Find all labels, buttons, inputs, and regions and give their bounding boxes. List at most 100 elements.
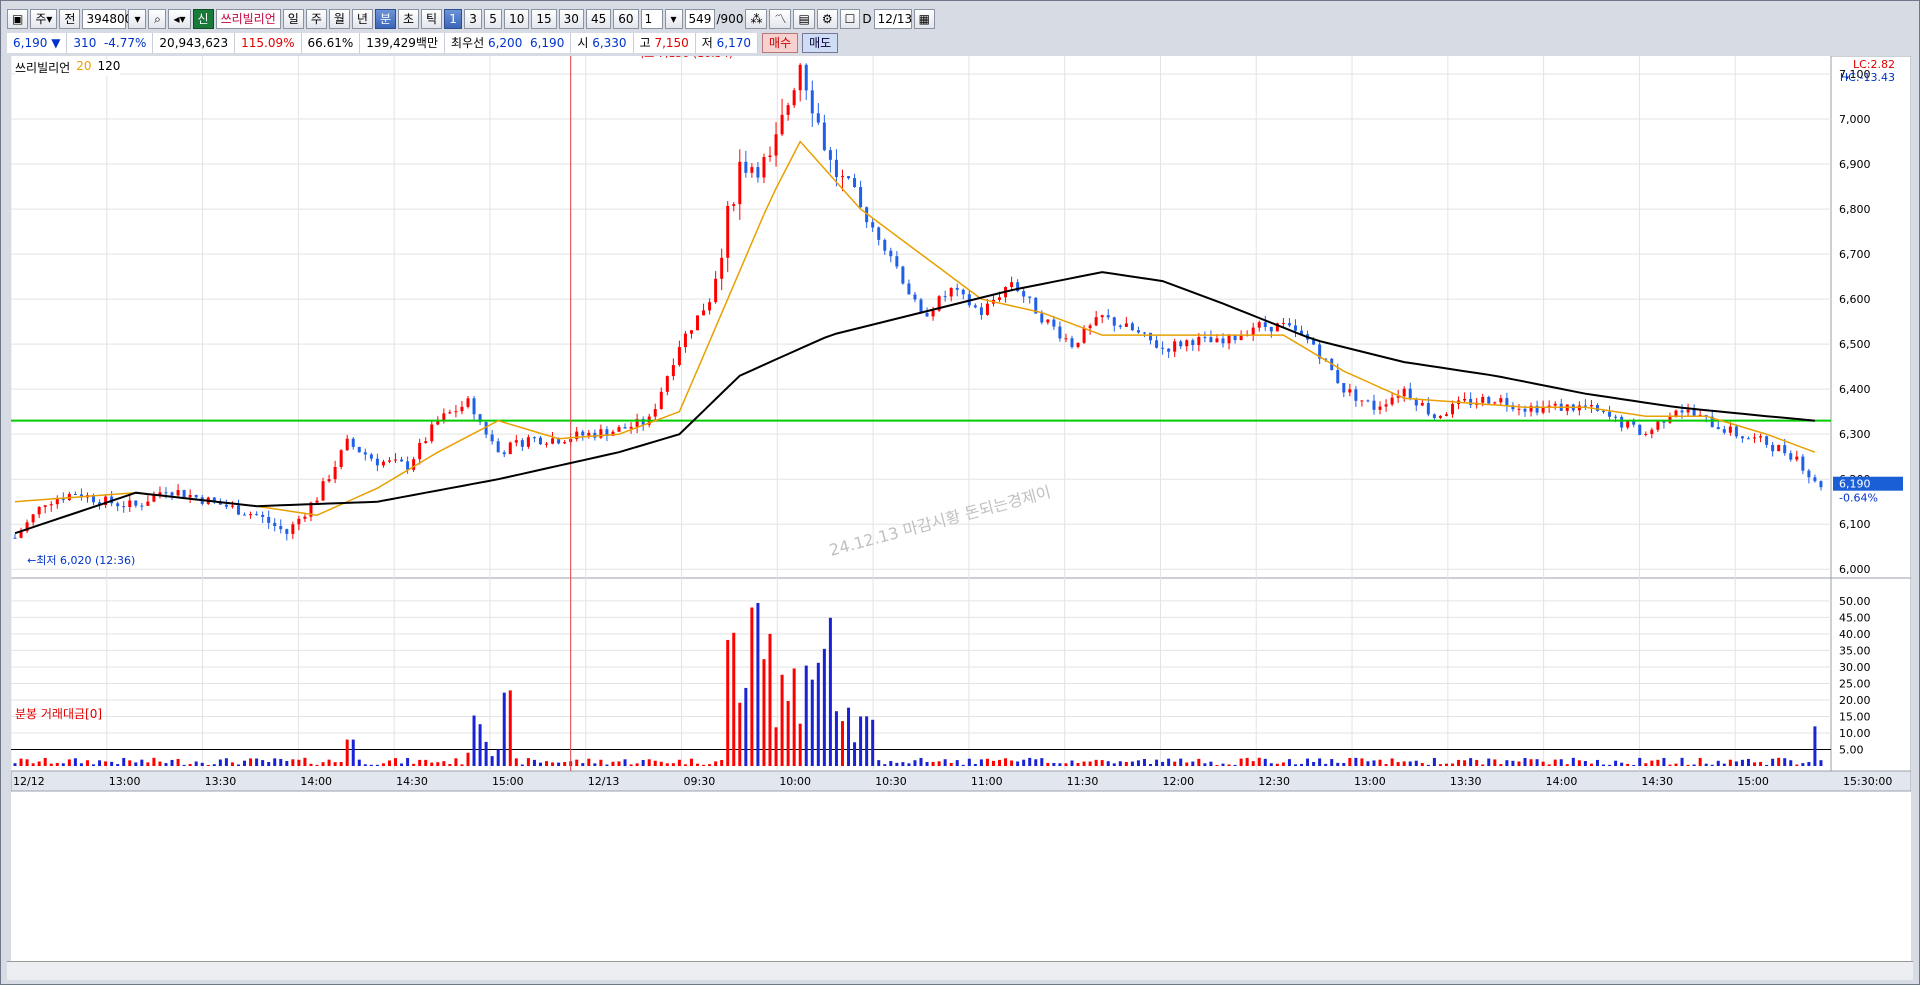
volume-bar bbox=[1088, 761, 1092, 766]
candle-body bbox=[696, 315, 700, 331]
candle-body bbox=[1602, 410, 1606, 412]
volume-bar bbox=[212, 764, 216, 766]
candle-body bbox=[1251, 327, 1255, 335]
candle-body bbox=[859, 187, 863, 208]
candle-body bbox=[1728, 426, 1732, 433]
bar-count-input[interactable]: 549 bbox=[684, 9, 715, 29]
candle-body bbox=[979, 307, 983, 315]
candle-body bbox=[659, 391, 663, 410]
calendar-icon[interactable]: ▦ bbox=[913, 9, 935, 29]
period-month[interactable]: 월 bbox=[328, 9, 350, 29]
volume-bar bbox=[822, 648, 826, 766]
candle-body bbox=[1716, 427, 1720, 430]
volume-bar bbox=[1281, 762, 1285, 766]
sell-button[interactable]: 매도 bbox=[802, 33, 839, 53]
chart-area[interactable]: 12/12 13:00 13:30 14:00 14:30 15:00 12/13 09:30… bbox=[10, 47, 1912, 971]
sound-icon[interactable]: ◂▾ bbox=[168, 9, 191, 29]
indicator-icon[interactable]: ⁂ bbox=[745, 9, 768, 29]
date-checkbox[interactable]: ☐ bbox=[839, 9, 861, 29]
line-tool-icon[interactable]: 〽 bbox=[769, 9, 792, 29]
volume-bar bbox=[1481, 764, 1485, 766]
candle-body bbox=[853, 178, 857, 188]
volume-bar bbox=[671, 763, 675, 766]
interval-input[interactable]: 1 bbox=[640, 9, 663, 29]
volume-bar bbox=[1191, 761, 1195, 766]
price-tick-label: 6,700 bbox=[1839, 248, 1871, 261]
search-icon[interactable]: ⌕ bbox=[148, 9, 167, 29]
candle-body bbox=[683, 333, 687, 348]
save-icon[interactable]: ▤ bbox=[793, 9, 815, 29]
volume-bar bbox=[599, 759, 603, 766]
legend-ma120: 120 bbox=[97, 59, 121, 73]
candle-body bbox=[472, 398, 476, 415]
volume-bar bbox=[1674, 763, 1678, 766]
candle-body bbox=[720, 257, 724, 279]
interval-45[interactable]: 45 bbox=[585, 9, 612, 29]
interval-1[interactable]: 1 bbox=[444, 9, 463, 29]
candle-body bbox=[273, 522, 277, 527]
price-tick-label: 6,600 bbox=[1839, 293, 1871, 306]
candle-body bbox=[1650, 429, 1654, 434]
window-icon[interactable]: ▣ bbox=[7, 9, 29, 29]
interval-30[interactable]: 30 bbox=[558, 9, 584, 29]
period-day[interactable]: 일 bbox=[282, 9, 304, 29]
stock-name[interactable]: 쓰리빌리언 bbox=[215, 9, 281, 29]
period-week[interactable]: 주 bbox=[305, 9, 327, 29]
volume-bar bbox=[1632, 764, 1636, 766]
candle-body bbox=[756, 167, 760, 178]
candle-body bbox=[490, 434, 494, 442]
volume-bar bbox=[1698, 757, 1702, 766]
date-input[interactable]: 12/13 bbox=[873, 9, 912, 29]
volume-bar bbox=[436, 762, 440, 766]
candle-body bbox=[55, 499, 59, 505]
volume-bar bbox=[1426, 764, 1430, 766]
volume-bar bbox=[79, 763, 83, 766]
volume-bar bbox=[967, 758, 971, 766]
volume-bar bbox=[798, 723, 802, 766]
candle-body bbox=[418, 442, 422, 460]
volume-bar bbox=[1795, 764, 1799, 766]
volume-bar bbox=[1100, 760, 1104, 766]
time-label: 13:00 bbox=[109, 775, 141, 788]
volume-bar bbox=[351, 739, 355, 766]
interval-10[interactable]: 10 bbox=[504, 9, 530, 29]
volume-bar bbox=[291, 759, 295, 766]
period-year[interactable]: 년 bbox=[351, 9, 373, 29]
candle-body bbox=[375, 458, 379, 466]
volume-bar bbox=[1142, 758, 1146, 766]
settings-icon[interactable]: ⚙ bbox=[816, 9, 838, 29]
stock-code-input[interactable]: 394800 bbox=[82, 9, 132, 29]
price-tick-label: 6,000 bbox=[1839, 563, 1871, 576]
period-minute[interactable]: 분 bbox=[374, 9, 396, 29]
volume-bar bbox=[1493, 759, 1497, 766]
candle-body bbox=[61, 499, 65, 501]
volume-bar bbox=[714, 761, 718, 766]
buy-button[interactable]: 매수 bbox=[762, 33, 799, 53]
bar-count-total: /900 bbox=[716, 12, 744, 26]
interval-15[interactable]: 15 bbox=[531, 9, 557, 29]
candle-body bbox=[671, 365, 675, 377]
candle-body bbox=[1499, 398, 1503, 403]
period-tick[interactable]: 틱 bbox=[421, 9, 443, 29]
price-tick-label: 6,800 bbox=[1839, 203, 1871, 216]
interval-dropdown[interactable]: ▾ bbox=[664, 9, 683, 29]
mode-select[interactable]: 전 bbox=[59, 9, 81, 29]
volume-bar bbox=[804, 665, 808, 766]
candle-body bbox=[798, 64, 802, 91]
candle-body bbox=[454, 411, 458, 413]
candle-body bbox=[1505, 398, 1509, 406]
turnover: 66.61% bbox=[301, 33, 361, 53]
volume-bar bbox=[134, 762, 138, 766]
price-tick-label: 6,500 bbox=[1839, 338, 1871, 351]
period-second[interactable]: 초 bbox=[398, 9, 420, 29]
scroll-bar[interactable] bbox=[7, 961, 1913, 980]
interval-3[interactable]: 3 bbox=[464, 9, 483, 29]
code-dropdown[interactable]: ▾ bbox=[128, 9, 147, 29]
volume-bar bbox=[1028, 757, 1032, 766]
volume-bar bbox=[780, 674, 784, 766]
candle-body bbox=[387, 460, 391, 462]
candle-body bbox=[828, 150, 832, 160]
interval-60[interactable]: 60 bbox=[613, 9, 639, 29]
period-select[interactable]: 주▾ bbox=[30, 9, 58, 29]
interval-5[interactable]: 5 bbox=[484, 9, 503, 29]
